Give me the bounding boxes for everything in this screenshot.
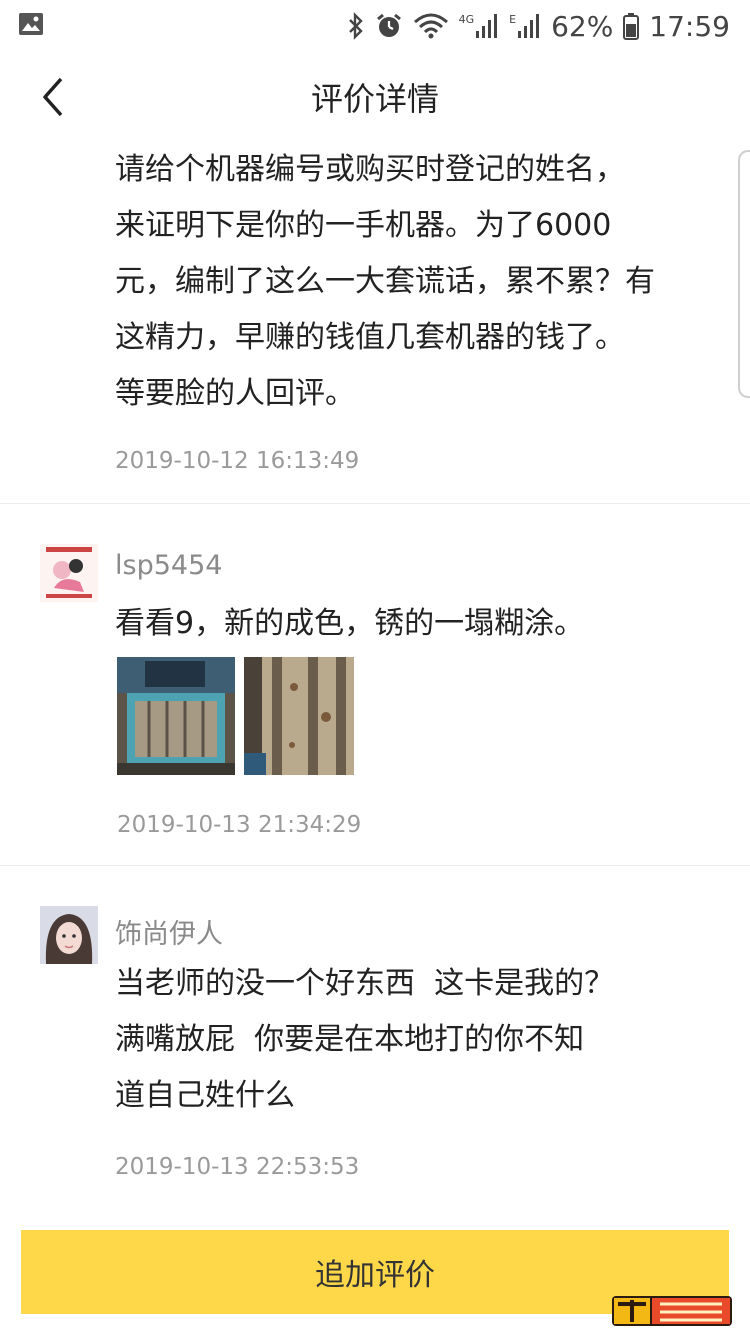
review-time: 2019-10-13 21:34:29 [117, 812, 362, 838]
review-time: 2019-10-12 16:13:49 [115, 448, 360, 474]
signal-icon [518, 14, 540, 38]
review-image[interactable] [244, 657, 362, 775]
bluetooth-icon [348, 12, 363, 40]
avatar[interactable] [40, 544, 98, 602]
page-title: 评价详情 [310, 80, 439, 118]
nav-bar: 评价详情 [0, 52, 750, 142]
battery-percent: 62% [551, 9, 614, 43]
network-e-label: E [509, 13, 517, 26]
avatar[interactable] [40, 906, 98, 964]
image-icon [19, 13, 43, 35]
wifi-icon [413, 13, 448, 39]
review-text: 看看9，新的成色，锈的一塌糊涂。 [115, 606, 585, 641]
review-text: 请给个机器编号或购买时登记的姓名， 来证明下是你的一手机器。为了6000 元，编… [115, 152, 655, 411]
alarm-icon [376, 13, 401, 37]
status-bar: 4G E 62% 17:59 [0, 0, 750, 52]
review-item: lsp5454 看看9，新的成色，锈的一塌糊涂。 2019-10-13 21:3… [0, 504, 750, 866]
review-item: 饰尚伊人 当老师的没一个好东西 这卡是我的？ 满嘴放屁 你要是在本地打的你不知 … [0, 866, 750, 1216]
review-image[interactable] [117, 657, 235, 775]
watermark-logo [612, 1296, 732, 1326]
review-time: 2019-10-13 22:53:53 [115, 1154, 360, 1180]
review-images [117, 657, 362, 775]
signal-icon [476, 14, 498, 38]
battery-icon [623, 13, 640, 40]
review-item: 请给个机器编号或购买时登记的姓名， 来证明下是你的一手机器。为了6000 元，编… [0, 142, 750, 504]
review-username: lsp5454 [115, 550, 223, 581]
review-username: 饰尚伊人 [115, 919, 223, 950]
network-4g-label: 4G [458, 13, 475, 26]
clock: 17:59 [649, 9, 730, 43]
review-text: 当老师的没一个好东西 这卡是我的？ 满嘴放屁 你要是在本地打的你不知 道自己姓什… [115, 966, 615, 1113]
